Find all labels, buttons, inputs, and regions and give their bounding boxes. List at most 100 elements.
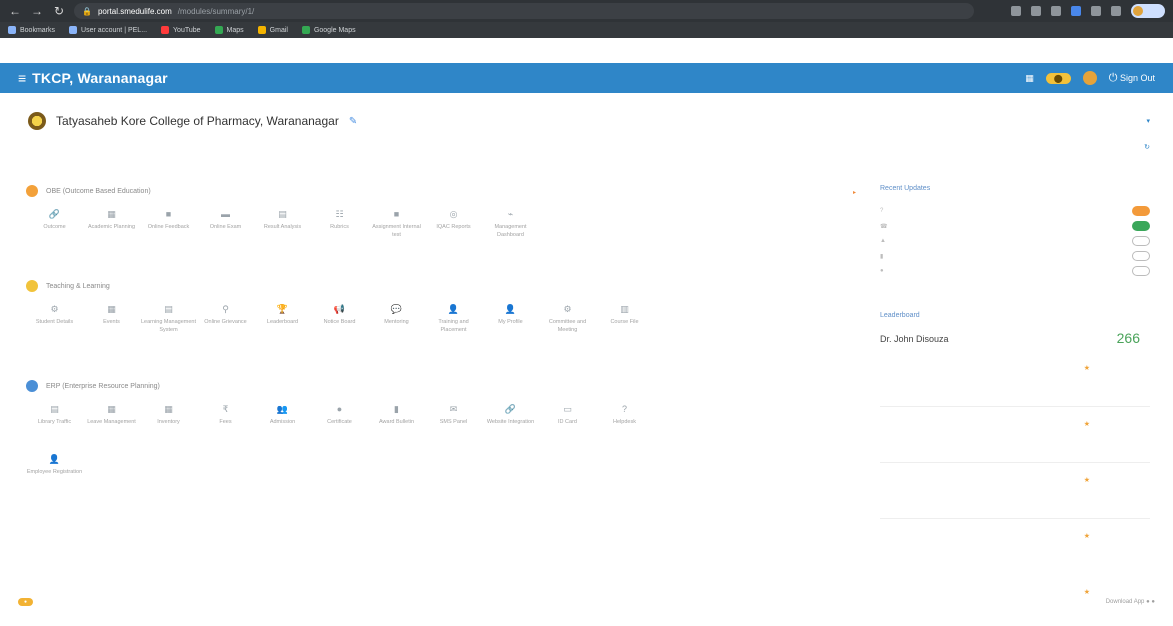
footer-badge-button[interactable]: ●	[18, 597, 34, 606]
star-icon[interactable]	[1051, 6, 1061, 16]
points-badge[interactable]: ⬤	[1045, 72, 1071, 84]
share-icon[interactable]	[1031, 6, 1041, 16]
menu-icon[interactable]: ≡	[18, 70, 26, 86]
module-tile[interactable]: ☷ Rubrics	[311, 209, 368, 239]
bookmark-item[interactable]: Gmail	[257, 26, 288, 34]
module-tile[interactable]: ▤ Result Analysis	[254, 209, 311, 239]
module-tile[interactable]: ⌁ Management Dashboard	[482, 209, 539, 239]
module-tile[interactable]: ● Certificate	[311, 404, 368, 426]
module-icon: 📢	[333, 304, 346, 314]
module-label: Course File	[610, 319, 639, 325]
college-name: Tatyasaheb Kore College of Pharmacy, War…	[56, 114, 339, 128]
module-tile[interactable]: ▦ Academic Planning	[83, 209, 140, 239]
view-more-link[interactable]: ▸	[853, 189, 856, 196]
module-tile[interactable]: ▬ Online Exam	[197, 209, 254, 239]
module-tile[interactable]: ₹ Fees	[197, 404, 254, 426]
forward-icon[interactable]: →	[30, 4, 44, 18]
module-tile[interactable]: ? Helpdesk	[596, 404, 653, 426]
module-tile[interactable]: ▤ Library Traffic	[26, 404, 83, 426]
module-tile[interactable]: ▥ Course File	[596, 304, 653, 334]
module-label: My Profile	[498, 319, 523, 325]
module-tile[interactable]: ■ Online Feedback	[140, 209, 197, 239]
module-icon: 👤	[504, 304, 517, 314]
module-label: Online Exam	[209, 224, 242, 230]
bookmark-label: YouTube	[173, 26, 201, 34]
module-tile[interactable]: ⚙ Student Details	[26, 304, 83, 334]
module-tile[interactable]: 🔗 Website Integration	[482, 404, 539, 426]
page-icon	[69, 26, 78, 34]
update-row[interactable]: ▲	[880, 235, 1150, 247]
module-icon: ▮	[394, 404, 399, 414]
grid-icon[interactable]: ▦	[1025, 73, 1034, 84]
module-icon: ⚙	[563, 304, 572, 314]
module-icon: ⚙	[50, 304, 59, 314]
bookmark-item[interactable]: User account | PEL...	[69, 26, 147, 34]
module-tile[interactable]: ✉ SMS Panel	[425, 404, 482, 426]
address-bar[interactable]: 🔒 portal.smedulife.com/modules/summary/1…	[74, 3, 974, 19]
select-field[interactable]: ▾	[880, 114, 1150, 128]
module-label: Online Feedback	[147, 224, 190, 230]
module-icon: 👥	[276, 404, 289, 414]
bookmark-item[interactable]: Maps	[214, 26, 244, 34]
count-badge	[1132, 266, 1150, 276]
window-icon[interactable]	[1111, 6, 1121, 16]
profile-chip[interactable]	[1131, 4, 1165, 18]
update-row[interactable]: ●	[880, 265, 1150, 277]
module-tile[interactable]: ■ Assignment Internal test	[368, 209, 425, 239]
download-app-label: Download App	[1105, 598, 1145, 605]
module-tile[interactable]: ⚲ Online Grievance	[197, 304, 254, 334]
refresh-icon[interactable]: ↻	[1144, 143, 1150, 151]
module-label: ID Card	[558, 419, 577, 425]
bookmark-item[interactable]: Google Maps	[301, 26, 356, 34]
select-field[interactable]: ↻	[880, 140, 1150, 154]
extension-icon[interactable]	[1071, 6, 1081, 16]
module-label: Inventory	[157, 419, 180, 425]
search-icon[interactable]	[1011, 6, 1021, 16]
module-tile[interactable]: 🏆 Leaderboard	[254, 304, 311, 334]
module-tile[interactable]: ▤ Learning Management System	[140, 304, 197, 334]
update-row[interactable]: ☎	[880, 220, 1150, 232]
module-icon: ▦	[107, 209, 116, 219]
edit-icon[interactable]: ✎	[349, 116, 357, 127]
avatar[interactable]	[1082, 71, 1097, 85]
module-label: Events	[103, 319, 120, 325]
star-icon: ★	[1083, 365, 1090, 372]
sign-out-button[interactable]: ⏻ Sign Out	[1109, 72, 1155, 85]
module-label: Helpdesk	[613, 419, 636, 425]
update-row[interactable]: ▮	[880, 250, 1150, 262]
module-tile[interactable]: 👤 Training and Placement	[425, 304, 482, 334]
download-app-link[interactable]: Download App ● ●	[1106, 599, 1155, 605]
reload-icon[interactable]: ↻	[52, 4, 66, 18]
update-row[interactable]: ?	[880, 205, 1150, 217]
module-label: Management Dashboard	[494, 224, 527, 238]
module-tile[interactable]: ▮ Award Bulletin	[368, 404, 425, 426]
module-label: Library Traffic	[37, 419, 72, 425]
module-tile[interactable]: 🔗 Outcome	[26, 209, 83, 239]
module-tile[interactable]: 📢 Notice Board	[311, 304, 368, 334]
bookmark-label: Gmail	[269, 26, 288, 34]
module-icon: ▤	[50, 404, 59, 414]
module-tile[interactable]: 💬 Mentoring	[368, 304, 425, 334]
module-icon: ■	[393, 209, 400, 219]
module-label: IQAC Reports	[436, 224, 471, 230]
module-tile[interactable]: 👤 My Profile	[482, 304, 539, 334]
module-tile[interactable]: ▦ Inventory	[140, 404, 197, 426]
leaderboard-entry: ★	[880, 530, 1150, 570]
bookmark-item[interactable]: YouTube	[161, 26, 201, 34]
module-tile[interactable]: ▭ ID Card	[539, 404, 596, 426]
module-label: Employee Registration	[26, 469, 83, 475]
module-tile[interactable]: ⚙ Committee and Meeting	[539, 304, 596, 334]
module-tile[interactable]: ▦ Events	[83, 304, 140, 334]
recent-updates-title: Recent Updates	[880, 185, 931, 192]
right-panel: ▾ ↻ Recent Updates ? ☎ ▲ ▮ ● Leaderboard…	[880, 100, 1150, 600]
back-icon[interactable]: ←	[8, 4, 22, 18]
puzzle-icon[interactable]	[1091, 6, 1101, 16]
module-tile[interactable]: 👥 Admission	[254, 404, 311, 426]
module-tile[interactable]: 👤 Employee Registration	[26, 454, 83, 476]
bookmark-item[interactable]: Bookmarks	[8, 26, 55, 34]
module-tile[interactable]: ◎ IQAC Reports	[425, 209, 482, 239]
count-badge	[1132, 221, 1150, 231]
module-tile[interactable]: ▦ Leave Management	[83, 404, 140, 426]
section-erp: ERP (Enterprise Resource Planning) ▤ Libr…	[26, 380, 866, 476]
leaderboard-entry: ★	[880, 418, 1150, 458]
